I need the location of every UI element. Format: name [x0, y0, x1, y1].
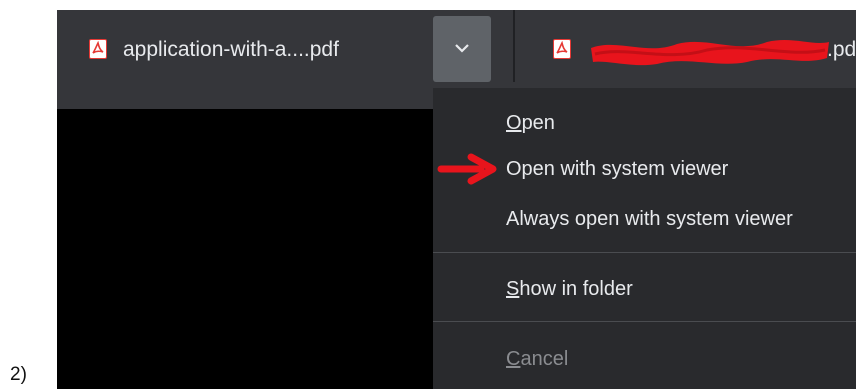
menu-separator	[433, 252, 856, 253]
download-context-menu: Open Open with system viewer Always open…	[433, 88, 856, 389]
menu-item-open-with-system-viewer[interactable]: Open with system viewer	[506, 158, 728, 181]
mnemonic-letter: C	[506, 348, 521, 370]
menu-item-cancel[interactable]: Cancel	[506, 348, 568, 371]
menu-item-label: how in folder	[519, 278, 633, 300]
menu-item-open[interactable]: Open	[506, 112, 555, 135]
menu-separator	[433, 321, 856, 322]
menu-item-label: ancel	[520, 348, 569, 370]
red-arrow-icon	[437, 153, 497, 185]
mnemonic-letter: O	[506, 112, 522, 134]
download-item-name[interactable]: application-with-a....pdf	[123, 38, 339, 62]
chevron-down-icon	[455, 44, 469, 53]
step-label: 2)	[10, 364, 27, 385]
menu-item-always-open-with-system-viewer[interactable]: Always open with system viewer	[506, 208, 793, 231]
download-bar-divider	[513, 10, 515, 82]
redaction-scribble	[591, 40, 829, 66]
pdf-file-icon	[553, 39, 571, 59]
download-menu-button[interactable]	[433, 16, 491, 82]
menu-item-label: pen	[521, 112, 555, 134]
menu-item-show-in-folder[interactable]: Show in folder	[506, 278, 633, 301]
mnemonic-letter: S	[506, 278, 520, 300]
pdf-file-icon	[89, 39, 107, 59]
download-item-name-tail[interactable]: .pd	[827, 38, 856, 62]
browser-screenshot: application-with-a....pdf .pd Open Open …	[57, 10, 856, 389]
